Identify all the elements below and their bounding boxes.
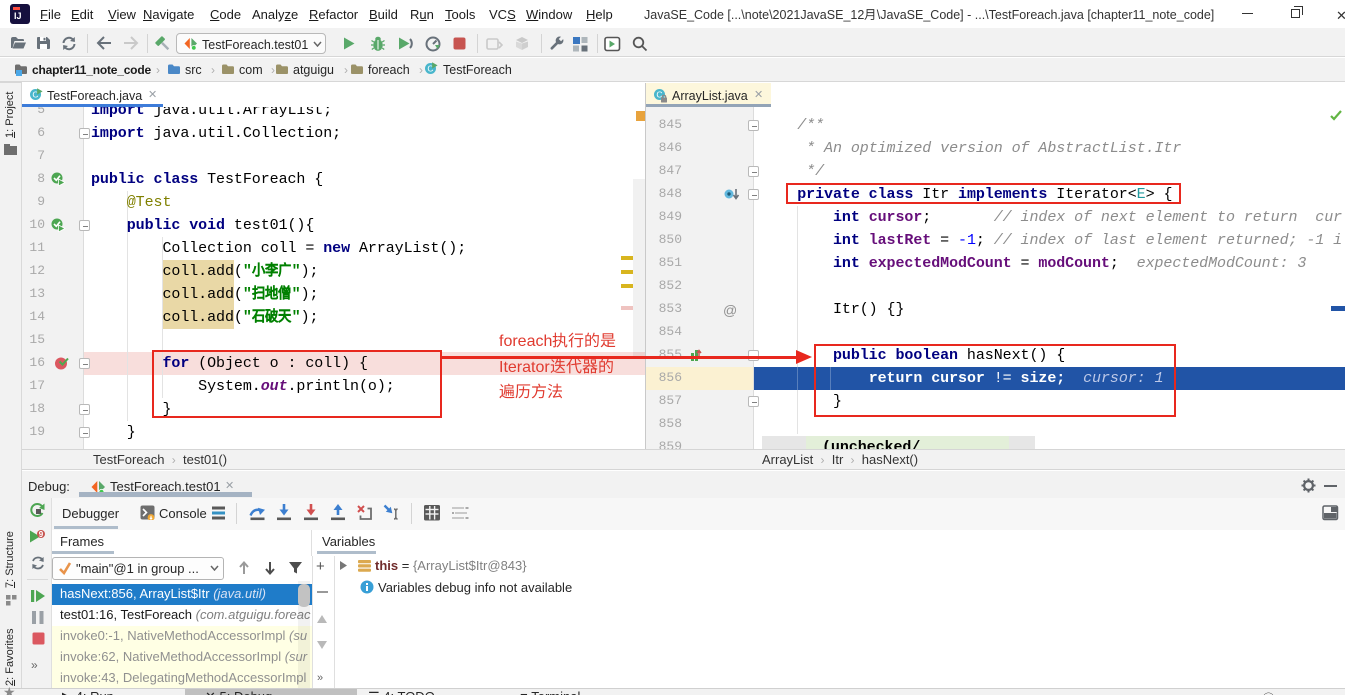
svg-text:9: 9 xyxy=(39,530,44,539)
